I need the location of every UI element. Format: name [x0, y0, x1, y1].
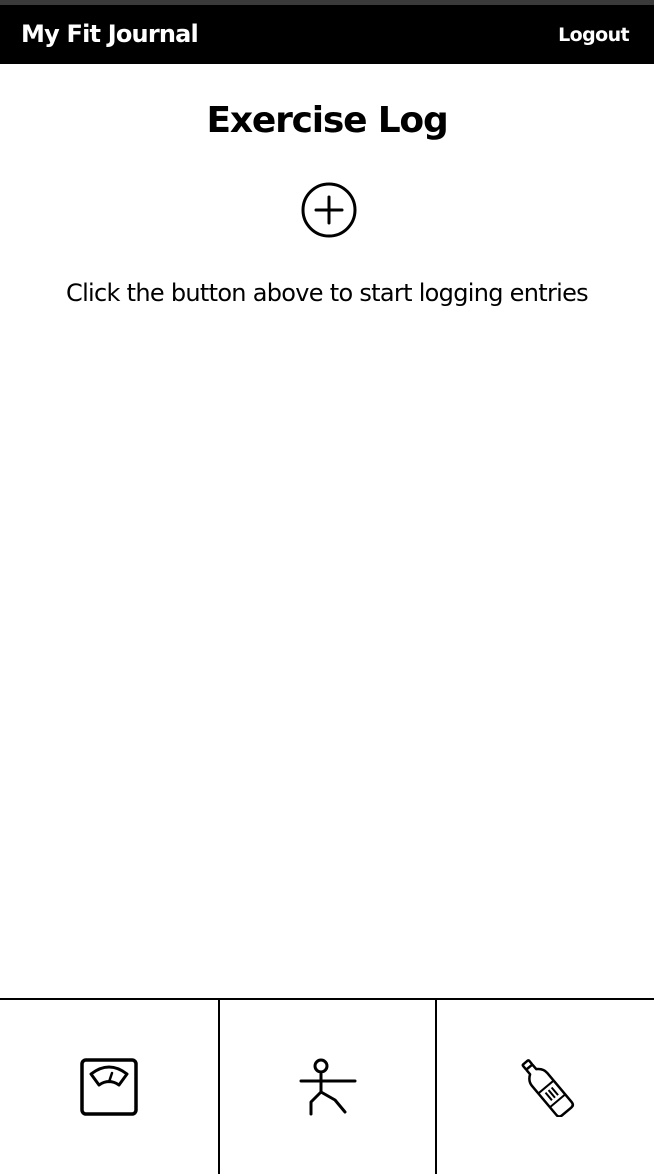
empty-state-hint: Click the button above to start logging … — [66, 279, 589, 307]
nav-exercise[interactable] — [220, 1000, 437, 1174]
app-header: My Fit Journal Logout — [0, 5, 654, 64]
logout-button[interactable]: Logout — [558, 22, 629, 48]
water-bottle-icon — [521, 1059, 574, 1117]
bottom-nav — [0, 998, 654, 1174]
app-title: My Fit Journal — [21, 20, 199, 48]
nav-weight[interactable] — [0, 1000, 220, 1174]
nav-water[interactable] — [437, 1000, 654, 1174]
exercise-pose-icon — [299, 1058, 356, 1116]
scale-icon — [80, 1058, 138, 1116]
page-title: Exercise Log — [206, 100, 448, 141]
plus-circle-icon — [301, 182, 357, 238]
add-entry-button[interactable] — [301, 182, 357, 238]
